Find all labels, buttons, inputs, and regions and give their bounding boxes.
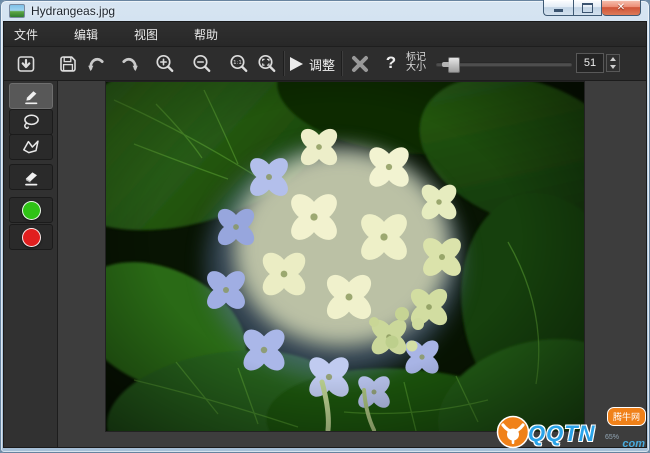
redo-button[interactable] [118,52,142,76]
spinner-down-icon[interactable] [607,63,619,71]
marker-size-label: 标记 大小 [406,53,426,73]
zoom-actual-label: 1:1 [233,60,242,66]
zoom-in-button[interactable] [153,52,177,76]
zoom-out-icon [191,53,213,75]
app-window: Hydrangeas.jpg ✕ 文件 编辑 视图 帮助 [0,0,650,453]
tool-green-mark[interactable] [9,197,53,223]
zoom-actual-button[interactable]: 1:1 [227,52,251,76]
watermark-badge: 腾牛网 [607,407,646,426]
zoom-fit-icon [256,53,278,75]
play-icon [289,56,304,72]
adjust-label: 调整 [309,55,335,74]
toolbar-separator [283,51,285,76]
eraser-icon [20,166,42,188]
menu-item-view[interactable]: 视图 [134,26,194,43]
window-controls: ✕ [543,0,641,16]
redo-icon [119,53,141,75]
image-file-icon [9,4,25,18]
menu-item-help[interactable]: 帮助 [194,26,254,43]
green-dot-icon [22,201,41,220]
minimize-button[interactable] [543,0,573,16]
titlebar[interactable]: Hydrangeas.jpg ✕ [0,0,650,21]
photo-hydrangeas[interactable] [106,82,584,431]
help-button[interactable]: ? [381,50,401,76]
zoom-in-icon [154,53,176,75]
zoom-fit-button[interactable] [255,52,279,76]
marker-size-label-line2: 大小 [406,63,426,73]
save-button[interactable] [56,52,80,76]
close-icon: ✕ [617,1,625,14]
tool-marker[interactable] [9,83,53,109]
red-dot-icon [22,228,41,247]
main-area [4,81,646,447]
marker-size-spinner: 51 [576,53,620,73]
save-icon [57,53,79,75]
marker-icon [20,85,42,107]
open-button[interactable] [14,52,38,76]
maximize-button[interactable] [573,0,602,16]
watermark: QQTN 腾牛网 65% com [496,405,648,451]
spinner-arrows [606,54,620,72]
canvas-area[interactable] [58,81,646,447]
spinner-up-icon[interactable] [607,55,619,63]
marker-size-slider[interactable] [436,55,572,73]
close-button[interactable]: ✕ [602,0,641,16]
slider-handle[interactable] [448,57,460,73]
zoom-actual-icon: 1:1 [228,53,250,75]
zoom-out-button[interactable] [190,52,214,76]
watermark-percent: 65% [605,434,619,441]
toolbar-separator [341,51,343,76]
tool-polygon-lasso[interactable] [9,134,53,160]
maximize-icon [582,3,593,13]
watermark-brand: QQTN [528,421,596,447]
tool-eraser[interactable] [9,164,53,190]
undo-button[interactable] [84,52,108,76]
window-title: Hydrangeas.jpg [31,4,115,18]
adjust-button[interactable]: 调整 [289,52,335,76]
polygon-lasso-icon [20,136,42,158]
menubar: 文件 编辑 视图 帮助 [4,22,646,47]
menu-item-file[interactable]: 文件 [14,26,74,43]
watermark-domain: com [622,438,645,450]
app-content: 文件 编辑 视图 帮助 [3,21,647,448]
bull-logo-icon [496,415,530,449]
help-icon: ? [386,53,396,73]
tool-lasso[interactable] [9,109,53,135]
tool-red-mark[interactable] [9,224,53,250]
toolbar: 1:1 调整 [4,47,646,81]
minimize-icon [554,9,563,12]
lasso-icon [20,111,42,133]
tool-sidebar [4,81,58,447]
clear-x-icon [350,54,370,74]
menu-item-edit[interactable]: 编辑 [74,26,134,43]
marker-size-value[interactable]: 51 [576,53,604,73]
open-icon [15,53,37,75]
clear-button[interactable] [348,52,372,76]
undo-icon [85,53,107,75]
